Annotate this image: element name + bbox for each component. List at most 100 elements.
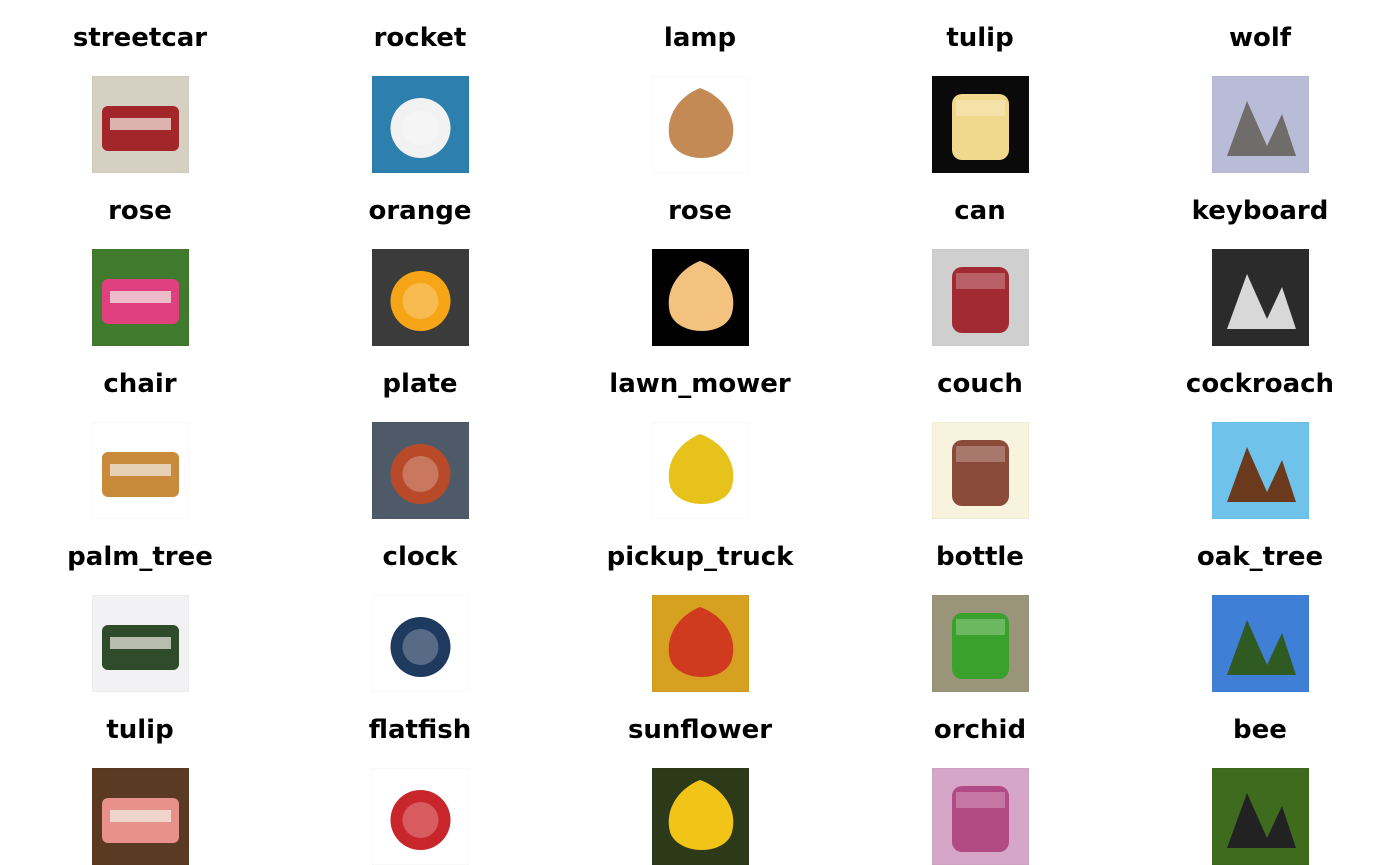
- image-label: bottle: [936, 542, 1024, 572]
- image-thumbnail: [372, 768, 469, 865]
- thumbnail-art: [92, 76, 189, 173]
- image-thumbnail: [92, 595, 189, 692]
- image-thumbnail: [1212, 768, 1309, 865]
- grid-cell: rose: [0, 173, 280, 346]
- grid-cell: palm_tree: [0, 519, 280, 692]
- thumbnail-art: [372, 76, 469, 173]
- thumbnail-art: [932, 595, 1029, 692]
- image-label: tulip: [106, 715, 174, 745]
- image-thumbnail: [92, 422, 189, 519]
- image-thumbnail: [652, 595, 749, 692]
- thumbnail-art: [92, 249, 189, 346]
- grid-cell: sunflower: [560, 692, 840, 865]
- thumbnail-art: [652, 768, 749, 865]
- image-label: rose: [108, 196, 172, 226]
- grid-cell: clock: [280, 519, 560, 692]
- image-label: sunflower: [627, 715, 773, 745]
- image-thumbnail: [932, 249, 1029, 346]
- thumbnail-art: [92, 768, 189, 865]
- grid-cell: tulip: [0, 692, 280, 865]
- thumbnail-art: [932, 768, 1029, 865]
- image-label: pickup_truck: [606, 542, 794, 572]
- thumbnail-art: [372, 249, 469, 346]
- image-label: can: [954, 196, 1006, 226]
- image-grid: streetcar rocket lamp tulip wolf rose or…: [0, 0, 1400, 865]
- image-label: plate: [382, 369, 458, 399]
- grid-cell: oak_tree: [1120, 519, 1400, 692]
- thumbnail-art: [372, 595, 469, 692]
- grid-cell: can: [840, 173, 1120, 346]
- image-label: wolf: [1228, 23, 1292, 53]
- image-thumbnail: [932, 595, 1029, 692]
- image-thumbnail: [92, 768, 189, 865]
- grid-cell: bottle: [840, 519, 1120, 692]
- image-thumbnail: [1212, 249, 1309, 346]
- image-thumbnail: [652, 422, 749, 519]
- grid-cell: orange: [280, 173, 560, 346]
- grid-cell: couch: [840, 346, 1120, 519]
- image-label: palm_tree: [67, 542, 213, 572]
- image-label: couch: [937, 369, 1023, 399]
- thumbnail-art: [372, 768, 469, 865]
- grid-cell: rocket: [280, 0, 560, 173]
- image-thumbnail: [372, 595, 469, 692]
- image-thumbnail: [92, 76, 189, 173]
- image-label: orange: [368, 196, 472, 226]
- thumbnail-art: [1212, 249, 1309, 346]
- image-label: chair: [103, 369, 177, 399]
- thumbnail-art: [652, 422, 749, 519]
- image-thumbnail: [652, 76, 749, 173]
- grid-cell: flatfish: [280, 692, 560, 865]
- image-label: keyboard: [1191, 196, 1329, 226]
- thumbnail-art: [1212, 768, 1309, 865]
- image-label: orchid: [933, 715, 1027, 745]
- grid-cell: lawn_mower: [560, 346, 840, 519]
- grid-cell: orchid: [840, 692, 1120, 865]
- image-thumbnail: [652, 249, 749, 346]
- thumbnail-art: [1212, 76, 1309, 173]
- image-thumbnail: [372, 249, 469, 346]
- grid-cell: rose: [560, 173, 840, 346]
- image-thumbnail: [1212, 422, 1309, 519]
- image-label: lawn_mower: [609, 369, 791, 399]
- image-thumbnail: [652, 768, 749, 865]
- thumbnail-art: [932, 76, 1029, 173]
- image-label: cockroach: [1185, 369, 1335, 399]
- image-thumbnail: [932, 768, 1029, 865]
- thumbnail-art: [932, 422, 1029, 519]
- image-thumbnail: [932, 422, 1029, 519]
- grid-cell: wolf: [1120, 0, 1400, 173]
- image-thumbnail: [1212, 595, 1309, 692]
- grid-cell: plate: [280, 346, 560, 519]
- thumbnail-art: [1212, 422, 1309, 519]
- image-thumbnail: [372, 422, 469, 519]
- thumbnail-art: [652, 76, 749, 173]
- image-label: clock: [382, 542, 458, 572]
- image-thumbnail: [1212, 76, 1309, 173]
- thumbnail-art: [932, 249, 1029, 346]
- image-label: oak_tree: [1196, 542, 1324, 572]
- image-thumbnail: [372, 76, 469, 173]
- grid-cell: cockroach: [1120, 346, 1400, 519]
- image-label: rocket: [373, 23, 467, 53]
- thumbnail-art: [92, 595, 189, 692]
- thumbnail-art: [92, 422, 189, 519]
- grid-cell: lamp: [560, 0, 840, 173]
- image-label: flatfish: [368, 715, 472, 745]
- image-label: lamp: [663, 23, 737, 53]
- grid-cell: bee: [1120, 692, 1400, 865]
- image-thumbnail: [92, 249, 189, 346]
- image-label: streetcar: [72, 23, 208, 53]
- image-label: rose: [668, 196, 732, 226]
- grid-cell: tulip: [840, 0, 1120, 173]
- image-label: bee: [1233, 715, 1287, 745]
- thumbnail-art: [372, 422, 469, 519]
- grid-cell: chair: [0, 346, 280, 519]
- image-thumbnail: [932, 76, 1029, 173]
- thumbnail-art: [1212, 595, 1309, 692]
- thumbnail-art: [652, 595, 749, 692]
- grid-cell: pickup_truck: [560, 519, 840, 692]
- grid-cell: streetcar: [0, 0, 280, 173]
- image-label: tulip: [946, 23, 1014, 53]
- thumbnail-art: [652, 249, 749, 346]
